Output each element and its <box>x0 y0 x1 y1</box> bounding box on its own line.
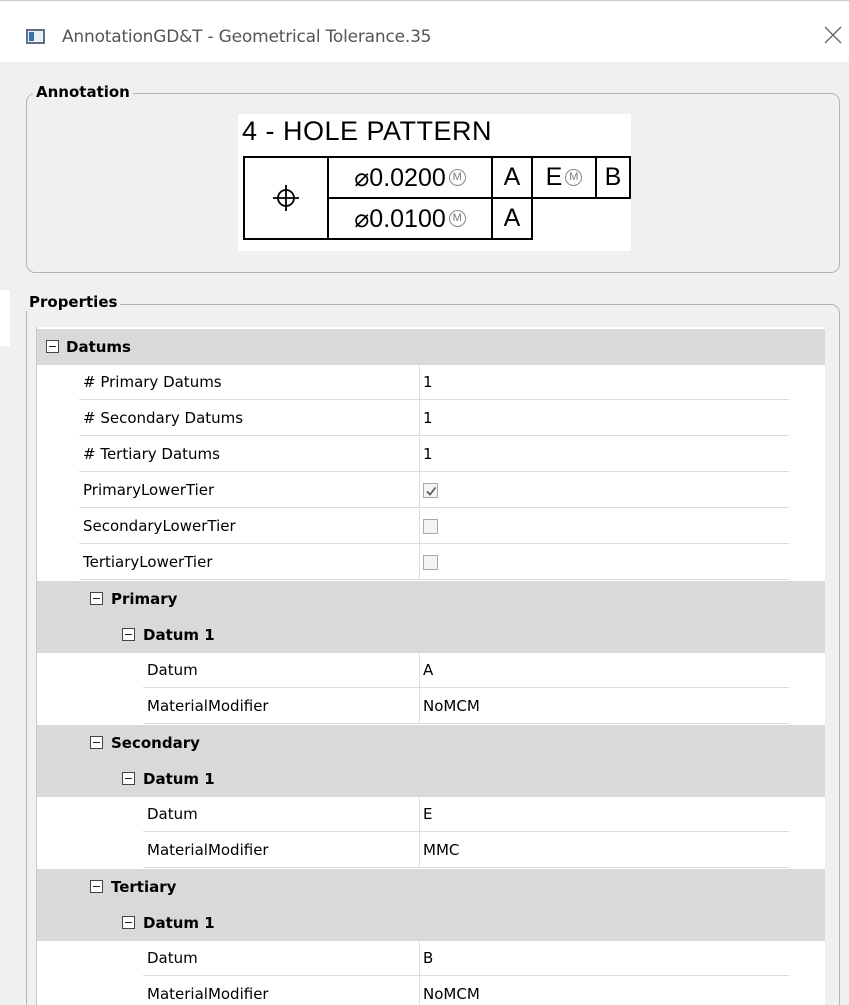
datum-cell-row1-tertiary: B <box>595 156 631 199</box>
property-name: Datum <box>143 941 419 976</box>
property-row[interactable]: # Secondary Datums 1 <box>37 401 789 437</box>
property-value[interactable]: MMC <box>419 833 789 868</box>
property-value[interactable]: 1 <box>419 437 789 472</box>
position-symbol-icon <box>273 185 299 211</box>
category-label: Primary <box>111 590 178 608</box>
gdt-annotation-preview: 4 - HOLE PATTERN ⌀0.0200 M A E M B ⌀0.01… <box>238 114 631 251</box>
property-name: SecondaryLowerTier <box>79 509 419 544</box>
app-window-icon <box>26 29 45 44</box>
property-name: Datum <box>143 653 419 688</box>
property-value[interactable]: B <box>419 941 789 976</box>
category-row-primary[interactable]: Primary <box>37 581 825 617</box>
property-grid[interactable]: MaterialModifier NoMCM Datum B Datum 1 Tertia… <box>36 327 825 1005</box>
mmc-modifier-icon: M <box>448 210 466 227</box>
collapse-icon[interactable] <box>90 736 103 749</box>
property-row[interactable]: MaterialModifier MMC <box>37 833 789 869</box>
property-value[interactable]: NoMCM <box>419 977 789 1005</box>
property-row[interactable]: MaterialModifier NoMCM <box>37 689 789 725</box>
property-name: PrimaryLowerTier <box>79 473 419 508</box>
property-name: MaterialModifier <box>143 833 419 868</box>
collapse-icon[interactable] <box>90 592 103 605</box>
property-name: # Secondary Datums <box>79 401 419 436</box>
category-row-secondary[interactable]: Secondary <box>37 725 825 761</box>
category-row-tertiary[interactable]: Tertiary <box>37 869 825 905</box>
property-name: MaterialModifier <box>143 689 419 724</box>
position-symbol-cell <box>243 156 329 240</box>
property-value[interactable]: NoMCM <box>419 689 789 724</box>
close-icon <box>824 26 842 44</box>
property-row[interactable]: Datum B <box>37 941 789 977</box>
category-row-datum-1[interactable]: Datum 1 <box>37 617 825 653</box>
category-label: Datum 1 <box>143 626 215 644</box>
property-name: MaterialModifier <box>143 977 419 1005</box>
datum-cell-row2-primary: A <box>491 197 533 240</box>
annotation-group-label: Annotation <box>33 83 133 101</box>
tolerance-cell-row2: ⌀0.0100 M <box>327 197 493 240</box>
tolerance-cell-row1: ⌀0.0200 M <box>327 156 493 199</box>
property-value[interactable]: 1 <box>419 365 789 400</box>
property-row[interactable]: # Tertiary Datums 1 <box>37 437 789 473</box>
checkbox-checked[interactable] <box>423 482 438 498</box>
property-name: # Tertiary Datums <box>79 437 419 472</box>
window-edge <box>0 290 10 346</box>
collapse-icon[interactable] <box>46 340 59 353</box>
property-value-cell <box>419 473 789 508</box>
pattern-label: 4 - HOLE PATTERN <box>242 116 493 146</box>
property-value[interactable]: A <box>419 653 789 688</box>
property-row[interactable]: MaterialModifier NoMCM <box>37 977 789 1005</box>
category-label: Secondary <box>111 734 200 752</box>
category-row-datums[interactable]: Datums <box>37 329 825 365</box>
property-value[interactable]: E <box>419 797 789 832</box>
property-row[interactable]: PrimaryLowerTier <box>37 473 789 509</box>
mmc-modifier-icon: M <box>565 169 583 186</box>
property-name: # Primary Datums <box>79 365 419 400</box>
category-label: Datums <box>66 338 131 356</box>
category-row-datum-1[interactable]: Datum 1 <box>37 761 825 797</box>
collapse-icon[interactable] <box>122 628 135 641</box>
property-row[interactable]: # Primary Datums 1 <box>37 365 789 401</box>
close-button[interactable] <box>821 23 845 47</box>
properties-group-label: Properties <box>26 293 121 311</box>
checkbox-unchecked[interactable] <box>423 518 438 534</box>
collapse-icon[interactable] <box>122 772 135 785</box>
property-row[interactable]: SecondaryLowerTier <box>37 509 789 545</box>
title-bar: AnnotationGD&T - Geometrical Tolerance.3… <box>0 0 849 62</box>
property-name: TertiaryLowerTier <box>79 545 419 580</box>
collapse-icon[interactable] <box>122 916 135 929</box>
category-label: Datum 1 <box>143 914 215 932</box>
category-label: Tertiary <box>111 878 177 896</box>
collapse-icon[interactable] <box>90 880 103 893</box>
category-label: Datum 1 <box>143 770 215 788</box>
category-row-datum-1[interactable]: Datum 1 <box>37 905 825 941</box>
checkmark-icon <box>426 486 437 496</box>
property-row[interactable]: TertiaryLowerTier <box>37 545 789 581</box>
tolerance-value-row2: ⌀0.0100 <box>354 204 446 233</box>
window-title: AnnotationGD&T - Geometrical Tolerance.3… <box>62 27 432 47</box>
datum-cell-row1-primary: A <box>491 156 533 199</box>
mmc-modifier-icon: M <box>448 169 466 186</box>
property-value-cell <box>419 509 789 544</box>
property-value[interactable]: 1 <box>419 401 789 436</box>
checkbox-unchecked[interactable] <box>423 554 438 570</box>
tolerance-value-row1: ⌀0.0200 <box>354 163 446 192</box>
property-row[interactable]: Datum A <box>37 653 789 689</box>
property-name: Datum <box>143 797 419 832</box>
property-value-cell <box>419 545 789 580</box>
datum-cell-row1-secondary: E M <box>531 156 597 199</box>
property-row[interactable]: Datum E <box>37 797 789 833</box>
